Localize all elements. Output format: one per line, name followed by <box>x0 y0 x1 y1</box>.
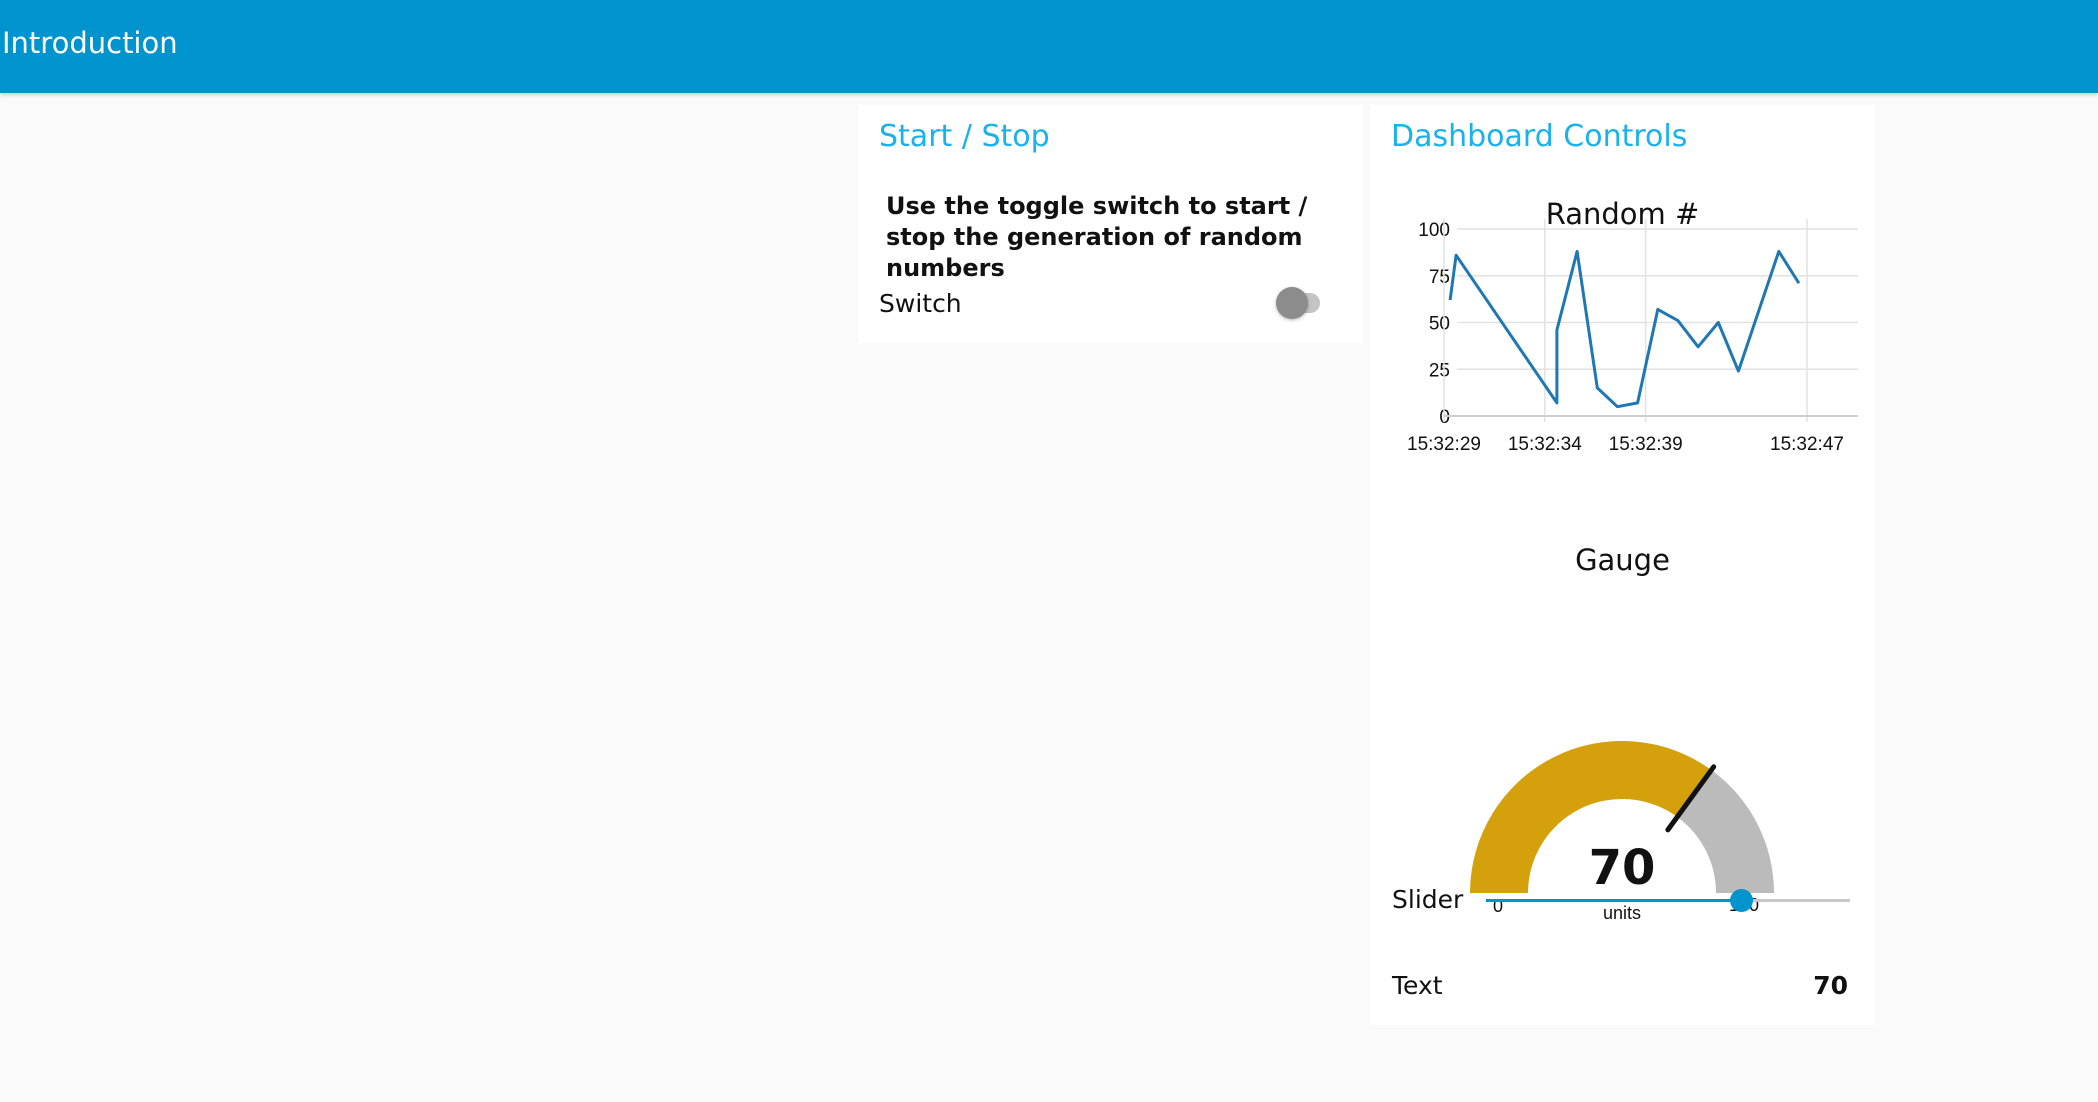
text-label: Text <box>1392 971 1443 1000</box>
page-title: Introduction <box>2 26 178 60</box>
slider-thumb[interactable] <box>1729 889 1753 912</box>
y-tick-label: 25 <box>1429 360 1450 381</box>
x-tick-label: 15:32:29 <box>1407 434 1481 455</box>
x-tick-label: 15:32:47 <box>1770 434 1844 455</box>
start-stop-switch[interactable] <box>1276 287 1320 319</box>
x-tick-label: 15:32:39 <box>1609 434 1683 455</box>
start-stop-card: Start / Stop Use the toggle switch to st… <box>858 105 1362 343</box>
dashboard-controls-card: Dashboard Controls Random # 025507510015… <box>1370 105 1875 1025</box>
gauge-units: units <box>1603 903 1641 923</box>
x-tick-label: 15:32:34 <box>1508 434 1582 455</box>
y-tick-label: 100 <box>1418 220 1450 241</box>
random-line-chart: 025507510015:32:2915:32:3415:32:3915:32:… <box>1407 219 1858 455</box>
series-line <box>1448 249 1801 409</box>
y-tick-label: 75 <box>1429 267 1450 288</box>
switch-label: Switch <box>879 289 962 318</box>
dashboard-controls-title: Dashboard Controls <box>1391 119 1688 154</box>
gauge-value: 70 <box>1589 840 1656 896</box>
slider-track[interactable] <box>1486 889 1850 912</box>
switch-thumb[interactable] <box>1276 287 1308 319</box>
text-value: 70 <box>1813 971 1848 1000</box>
slider-label: Slider <box>1392 885 1464 914</box>
instructions-text: Use the toggle switch to start / stop th… <box>886 192 1308 282</box>
start-stop-title: Start / Stop <box>879 119 1050 154</box>
gauge-title: Gauge <box>1575 543 1670 577</box>
top-toolbar: Introduction <box>0 0 2098 93</box>
y-tick-label: 50 <box>1429 314 1450 335</box>
slider-fill <box>1486 899 1741 902</box>
gauge-chart: 70 units 0 100 <box>1470 741 1774 923</box>
